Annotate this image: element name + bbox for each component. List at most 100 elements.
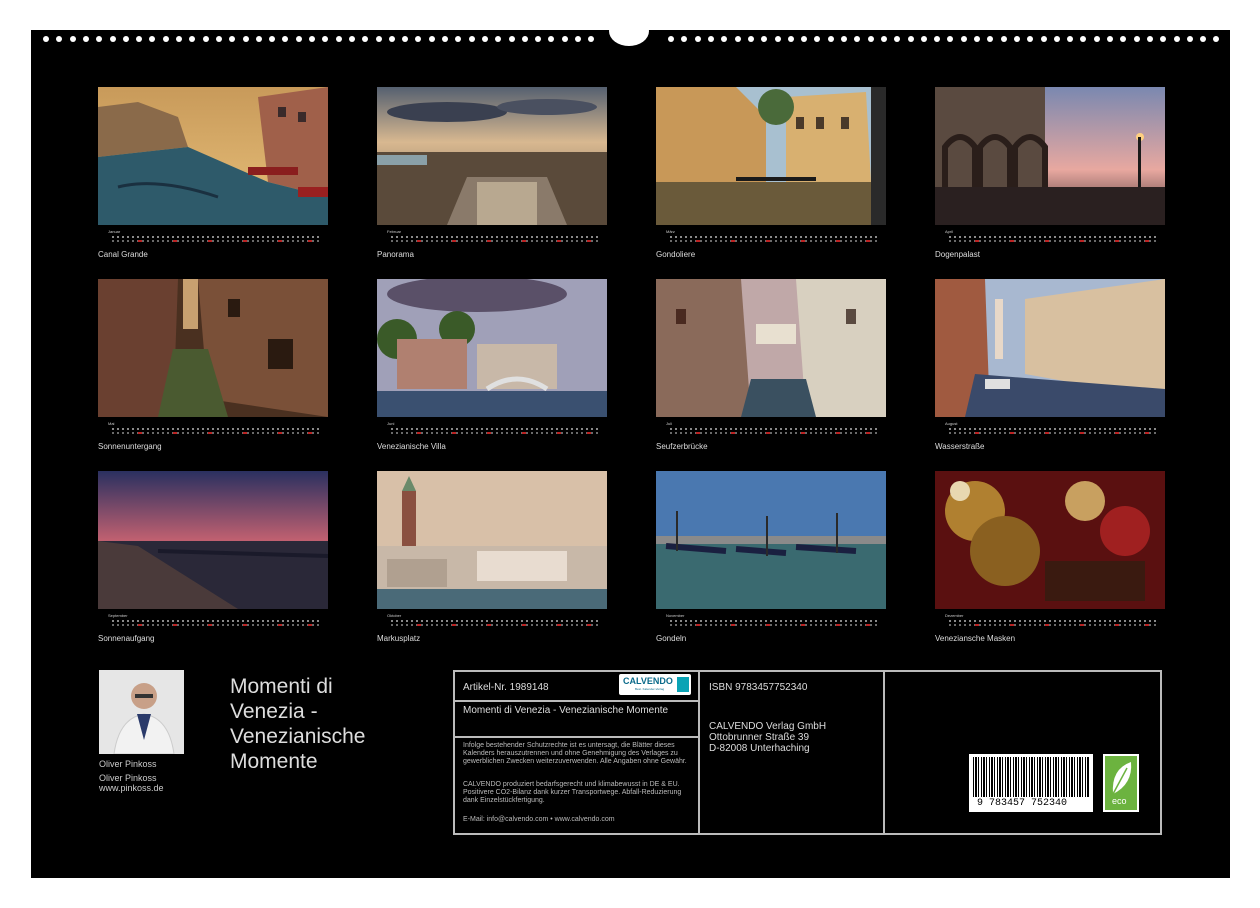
month-name: Februar — [387, 229, 402, 234]
calendar-sunday-mark — [1080, 240, 1084, 242]
binding-hole — [920, 36, 927, 42]
calendar-day-names — [670, 236, 878, 238]
calendar-sunday-mark — [836, 432, 840, 434]
month-name: Juli — [666, 421, 673, 426]
calendar-sunday-mark — [173, 432, 177, 434]
binding-hole — [694, 36, 701, 42]
calendar-sunday-mark — [522, 624, 526, 626]
binding-hole — [162, 36, 169, 42]
binding-hole — [1120, 36, 1127, 42]
binding-hole — [880, 36, 887, 42]
rights-notice: Infolge bestehender Schutzrechte ist es … — [463, 742, 687, 765]
binding-hole — [801, 36, 808, 42]
mini-calendar: Februar — [377, 229, 607, 247]
photo-venezianische-villa — [377, 279, 607, 417]
calendar-sunday-mark — [801, 432, 805, 434]
binding-hole — [96, 36, 103, 42]
binding-hole — [455, 36, 462, 42]
binding-hole — [814, 36, 821, 42]
month-name: April — [945, 229, 954, 234]
calendar-day-names — [112, 620, 320, 622]
binding-hole — [229, 36, 236, 42]
binding-hole — [535, 36, 542, 42]
product-title: Momenti di Venezia - Venezianische Momen… — [463, 705, 669, 716]
month-name: August — [945, 421, 958, 426]
binding-hole — [1213, 36, 1220, 42]
binding-hole — [774, 36, 781, 42]
month-name: März — [666, 229, 675, 234]
month-name: September — [108, 613, 128, 618]
author-name-secondary: Oliver Pinkoss — [99, 773, 157, 783]
binding-hole — [747, 36, 754, 42]
calendar-day-numbers — [949, 240, 1157, 242]
mini-calendar: April — [935, 229, 1165, 247]
binding-hole — [508, 36, 515, 42]
photo-wasserstrasse — [935, 279, 1165, 417]
product-info-block: Artikel-Nr. 1989148 CALVENDO Best. Kalen… — [453, 670, 1162, 835]
photo-canal-grande — [98, 87, 328, 225]
binding-hole — [854, 36, 861, 42]
month-name: Mai — [108, 421, 115, 426]
calendar-sunday-mark — [731, 240, 735, 242]
calendar-title-line-4: Momente — [230, 750, 318, 773]
calendar-day-numbers — [670, 624, 878, 626]
binding-hole — [668, 36, 675, 42]
mini-calendar: März — [656, 229, 886, 247]
photo-caption: Gondoliere — [656, 250, 696, 259]
binding-hole — [122, 36, 129, 42]
photo-caption: Sonnenaufgang — [98, 634, 155, 643]
contact-email[interactable]: E-Mail: info@calvendo.com • www.calvendo… — [463, 816, 615, 823]
photo-markusplatz — [377, 471, 607, 609]
month-name: Oktober — [387, 613, 402, 618]
calendar-day-names — [949, 236, 1157, 238]
binding-hole — [43, 36, 49, 42]
calendar-sunday-mark — [766, 624, 770, 626]
calendar-sunday-mark — [975, 432, 979, 434]
calendar-sunday-mark — [173, 624, 177, 626]
calendar-sunday-mark — [487, 432, 491, 434]
binding-hole — [202, 36, 209, 42]
calvendo-logo-subtext: Best. Kalender-Verlag — [635, 687, 665, 691]
binding-hole — [136, 36, 143, 42]
calendar-sunday-mark — [308, 432, 312, 434]
binding-hole — [721, 36, 728, 42]
photo-seufzerbruecke — [656, 279, 886, 417]
mini-calendar: November — [656, 613, 886, 631]
binding-hole — [255, 36, 262, 42]
binding-hole — [1053, 36, 1060, 42]
binding-hole — [827, 36, 834, 42]
isbn-barcode: 9 783457 752340 — [969, 754, 1093, 812]
publisher-street: Ottobrunner Straße 39 — [709, 732, 810, 743]
photo-sonnenuntergang — [98, 279, 328, 417]
binding-hole — [481, 36, 488, 42]
binding-hole — [548, 36, 555, 42]
calendar-sunday-mark — [801, 240, 805, 242]
calendar-sunday-mark — [1115, 432, 1119, 434]
binding-hole — [1107, 36, 1113, 42]
author-website[interactable]: www.pinkoss.de — [99, 783, 164, 793]
calendar-day-numbers — [112, 624, 320, 626]
calendar-day-numbers — [949, 624, 1157, 626]
binding-hole — [468, 36, 475, 42]
binding-hole — [907, 36, 914, 42]
binding-hole — [987, 36, 994, 42]
calendar-title-line-3: Venezianische — [230, 725, 366, 748]
binding-hole — [1013, 36, 1020, 42]
calendar-day-numbers — [112, 240, 320, 242]
binding-hole — [215, 36, 222, 42]
binding-hole — [309, 36, 315, 42]
calendar-sunday-mark — [1045, 624, 1049, 626]
binding-hole — [402, 36, 409, 42]
calendar-sunday-mark — [1080, 624, 1084, 626]
mini-calendar: August — [935, 421, 1165, 439]
photo-caption: Markusplatz — [377, 634, 421, 643]
calendar-sunday-mark — [1010, 432, 1014, 434]
calendar-day-names — [670, 428, 878, 430]
month-name: Juni — [387, 421, 395, 426]
calendar-sunday-mark — [766, 432, 770, 434]
calendar-sunday-mark — [866, 432, 870, 434]
calendar-sunday-mark — [1145, 624, 1149, 626]
calendar-day-numbers — [112, 432, 320, 434]
binding-hole — [415, 36, 422, 42]
calvendo-logo: CALVENDO Best. Kalender-Verlag — [619, 674, 691, 695]
